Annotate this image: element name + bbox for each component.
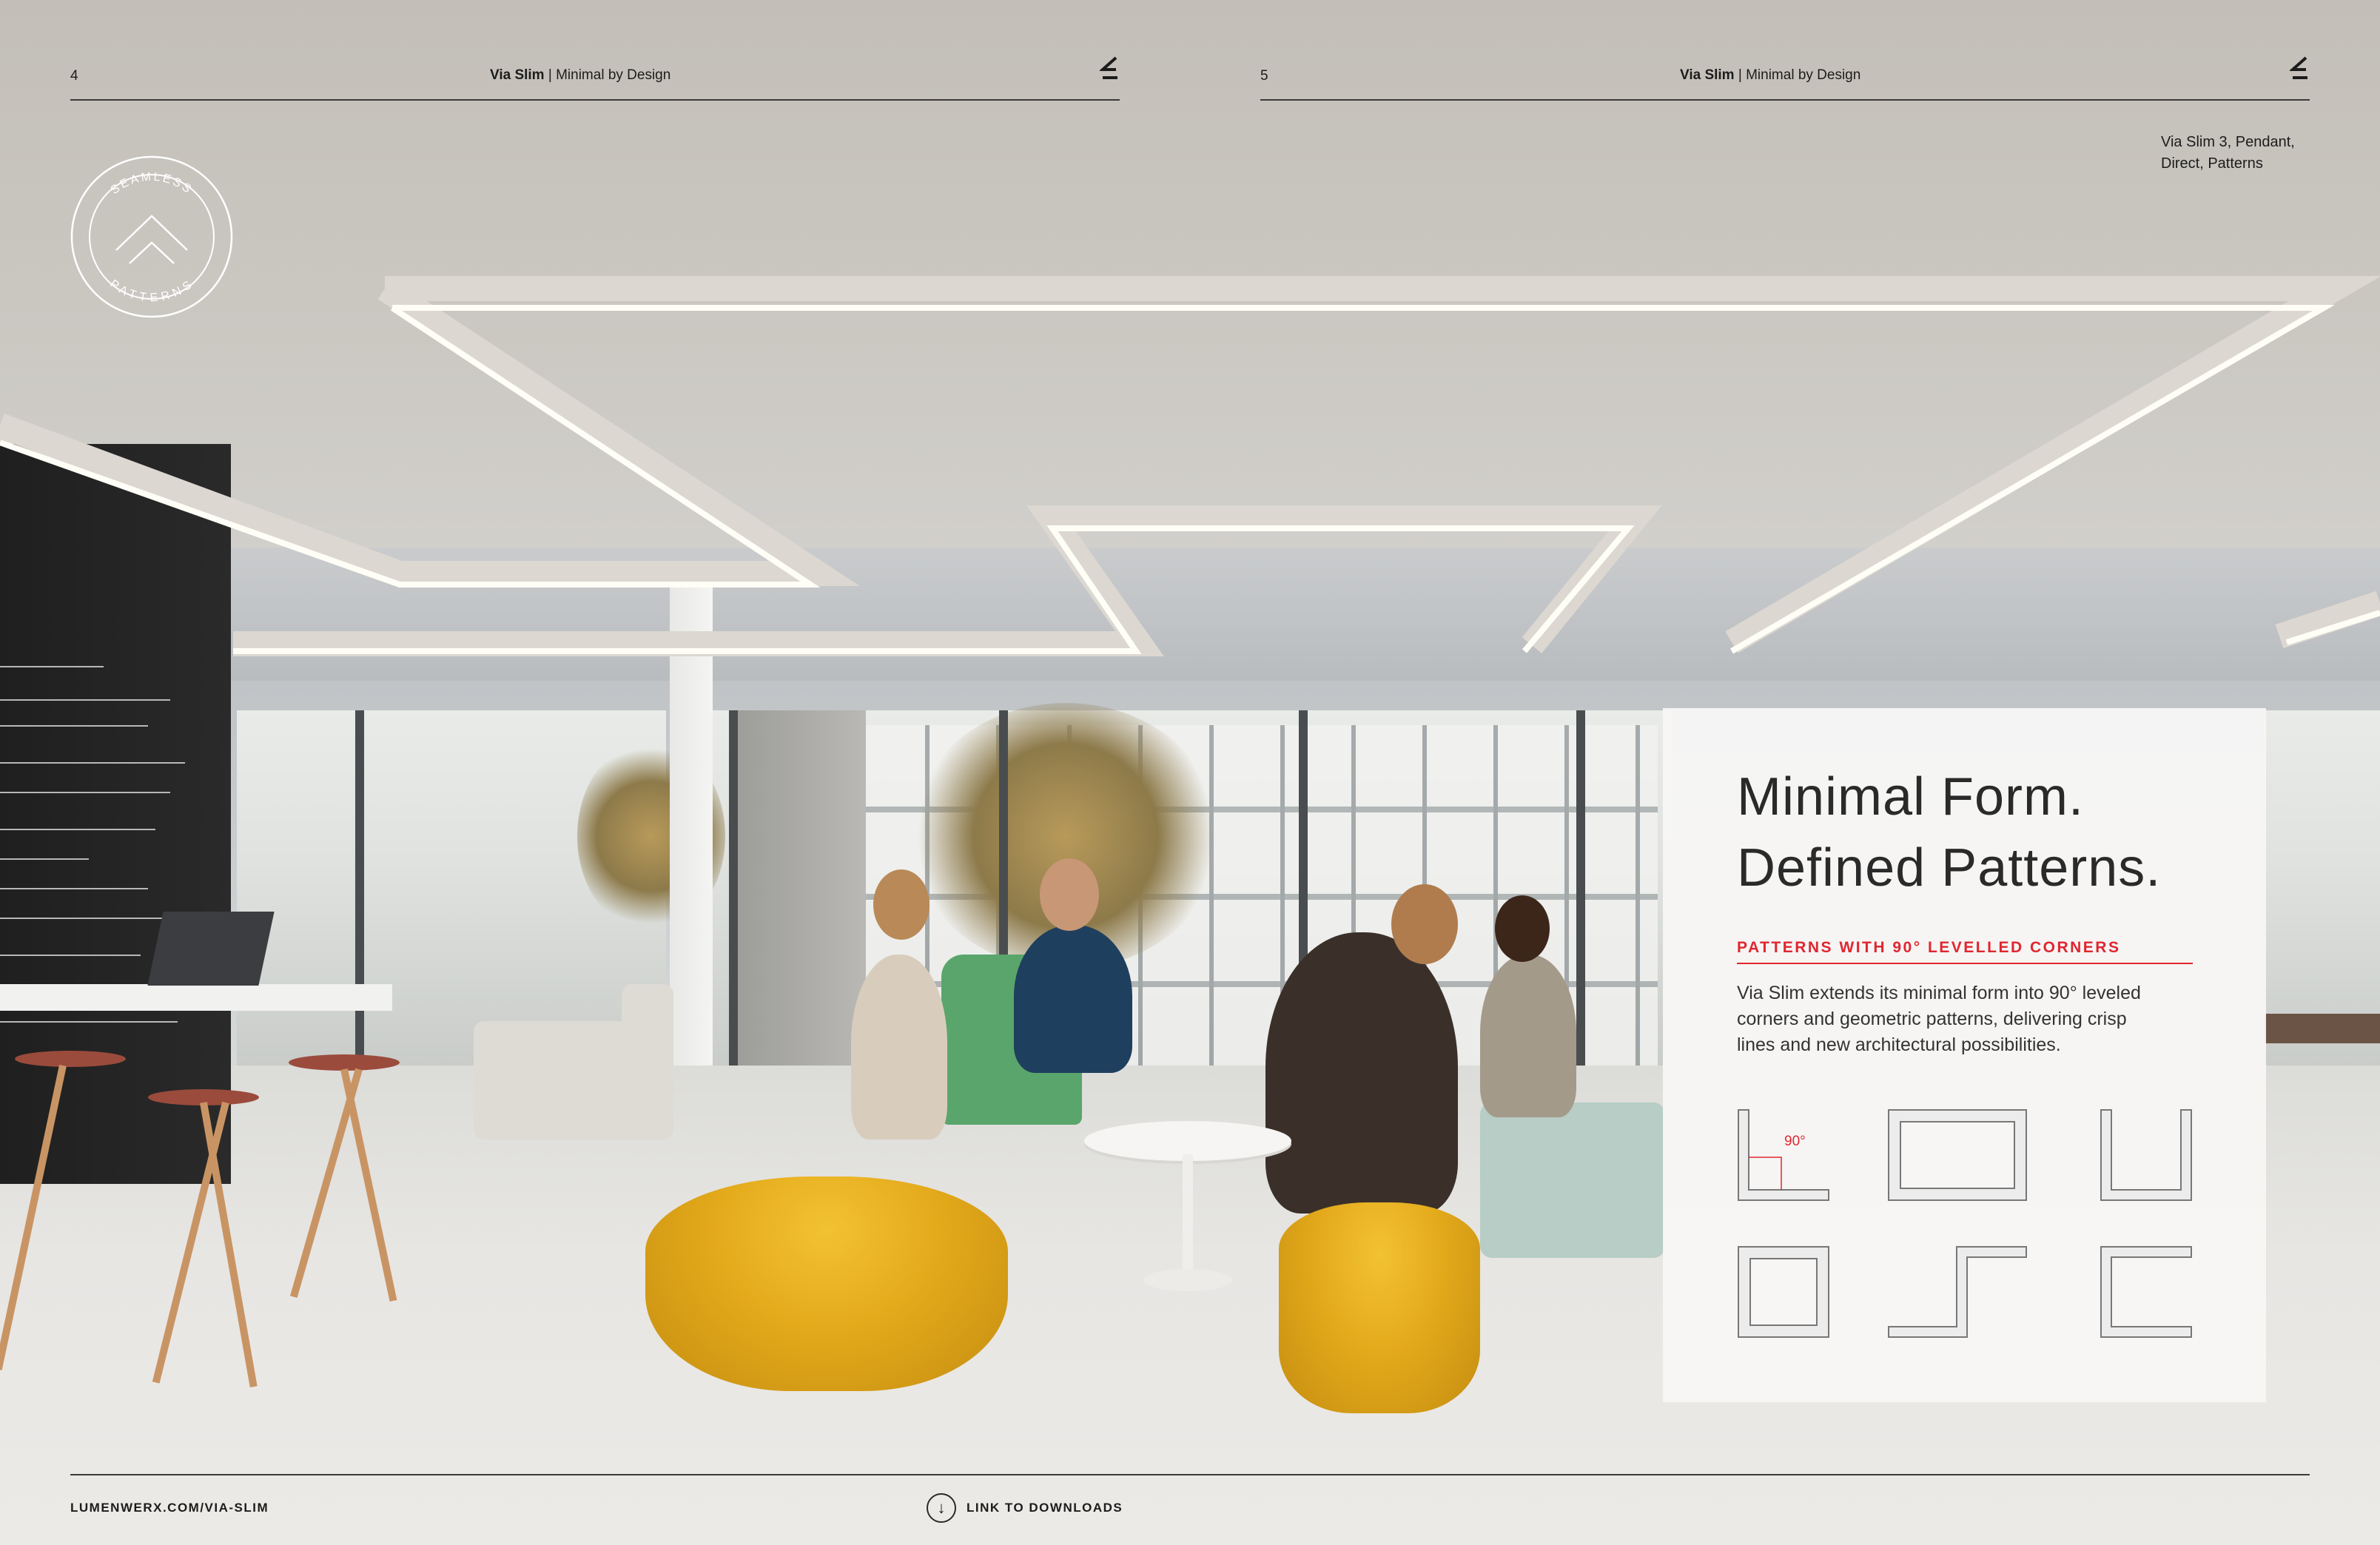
lumenwerx-logo-icon: [2290, 56, 2307, 79]
caption-line: Via Slim 3, Pendant,: [2161, 134, 2295, 150]
card-title-line: Minimal Form.: [1737, 767, 2085, 827]
photo-caption: Via Slim 3, Pendant, Direct, Patterns: [2161, 132, 2295, 175]
card-title: Minimal Form. Defined Patterns.: [1737, 761, 2161, 903]
card-subtitle: PATTERNS WITH 90° LEVELLED CORNERS: [1737, 939, 2121, 956]
header-tagline: Minimal by Design: [556, 67, 671, 83]
u-shape-pattern-icon: [2100, 1109, 2192, 1201]
square-pattern-icon: [1738, 1246, 1829, 1338]
card-body-line: corners and geometric patterns, deliveri…: [1737, 1009, 2127, 1029]
angle-label: 90°: [1784, 1134, 1806, 1149]
card-body-line: Via Slim extends its minimal form into 9…: [1737, 983, 2141, 1003]
badge-bottom-text: PATTERNS: [107, 277, 194, 304]
card-body: Via Slim extends its minimal form into 9…: [1737, 980, 2211, 1058]
header-product: Via Slim: [490, 67, 545, 83]
badge-top-text: SEAMLESS: [109, 171, 193, 198]
caption-line: Direct, Patterns: [2161, 155, 2263, 172]
page-number-left: 4: [70, 68, 78, 84]
page-number-right: 5: [1260, 68, 1268, 84]
running-header-right: Via Slim | Minimal by Design: [1680, 67, 1860, 84]
footer-rule: [70, 1474, 2310, 1475]
arrow-down-circle-icon[interactable]: ↓: [927, 1493, 956, 1523]
c-shape-pattern-icon: [2100, 1246, 2192, 1338]
header-rule-right: [1260, 99, 2310, 101]
card-title-line: Defined Patterns.: [1737, 838, 2162, 898]
running-header-left: Via Slim | Minimal by Design: [490, 67, 670, 84]
seamless-patterns-badge: SEAMLESS PATTERNS: [70, 155, 233, 318]
l-corner-pattern-icon: [1738, 1109, 1829, 1201]
website-link[interactable]: LUMENWERX.COM/VIA-SLIM: [70, 1501, 269, 1515]
lumenwerx-logo-icon: [1100, 56, 1117, 79]
z-step-pattern-icon: [1888, 1246, 2027, 1338]
header-rule-left: [70, 99, 1120, 101]
svg-text:SEAMLESS: SEAMLESS: [109, 171, 195, 198]
svg-text:PATTERNS: PATTERNS: [107, 277, 196, 304]
downloads-link[interactable]: LINK TO DOWNLOADS: [967, 1501, 1123, 1515]
info-card: Minimal Form. Defined Patterns. PATTERNS…: [1663, 708, 2266, 1402]
header-tagline: Minimal by Design: [1746, 67, 1861, 83]
rectangle-pattern-icon: [1888, 1109, 2027, 1201]
card-body-line: lines and new architectural possibilitie…: [1737, 1034, 2061, 1055]
header-product: Via Slim: [1680, 67, 1735, 83]
card-subtitle-rule: [1737, 963, 2193, 964]
header-separator: |: [1734, 67, 1747, 83]
header-separator: |: [544, 67, 557, 83]
